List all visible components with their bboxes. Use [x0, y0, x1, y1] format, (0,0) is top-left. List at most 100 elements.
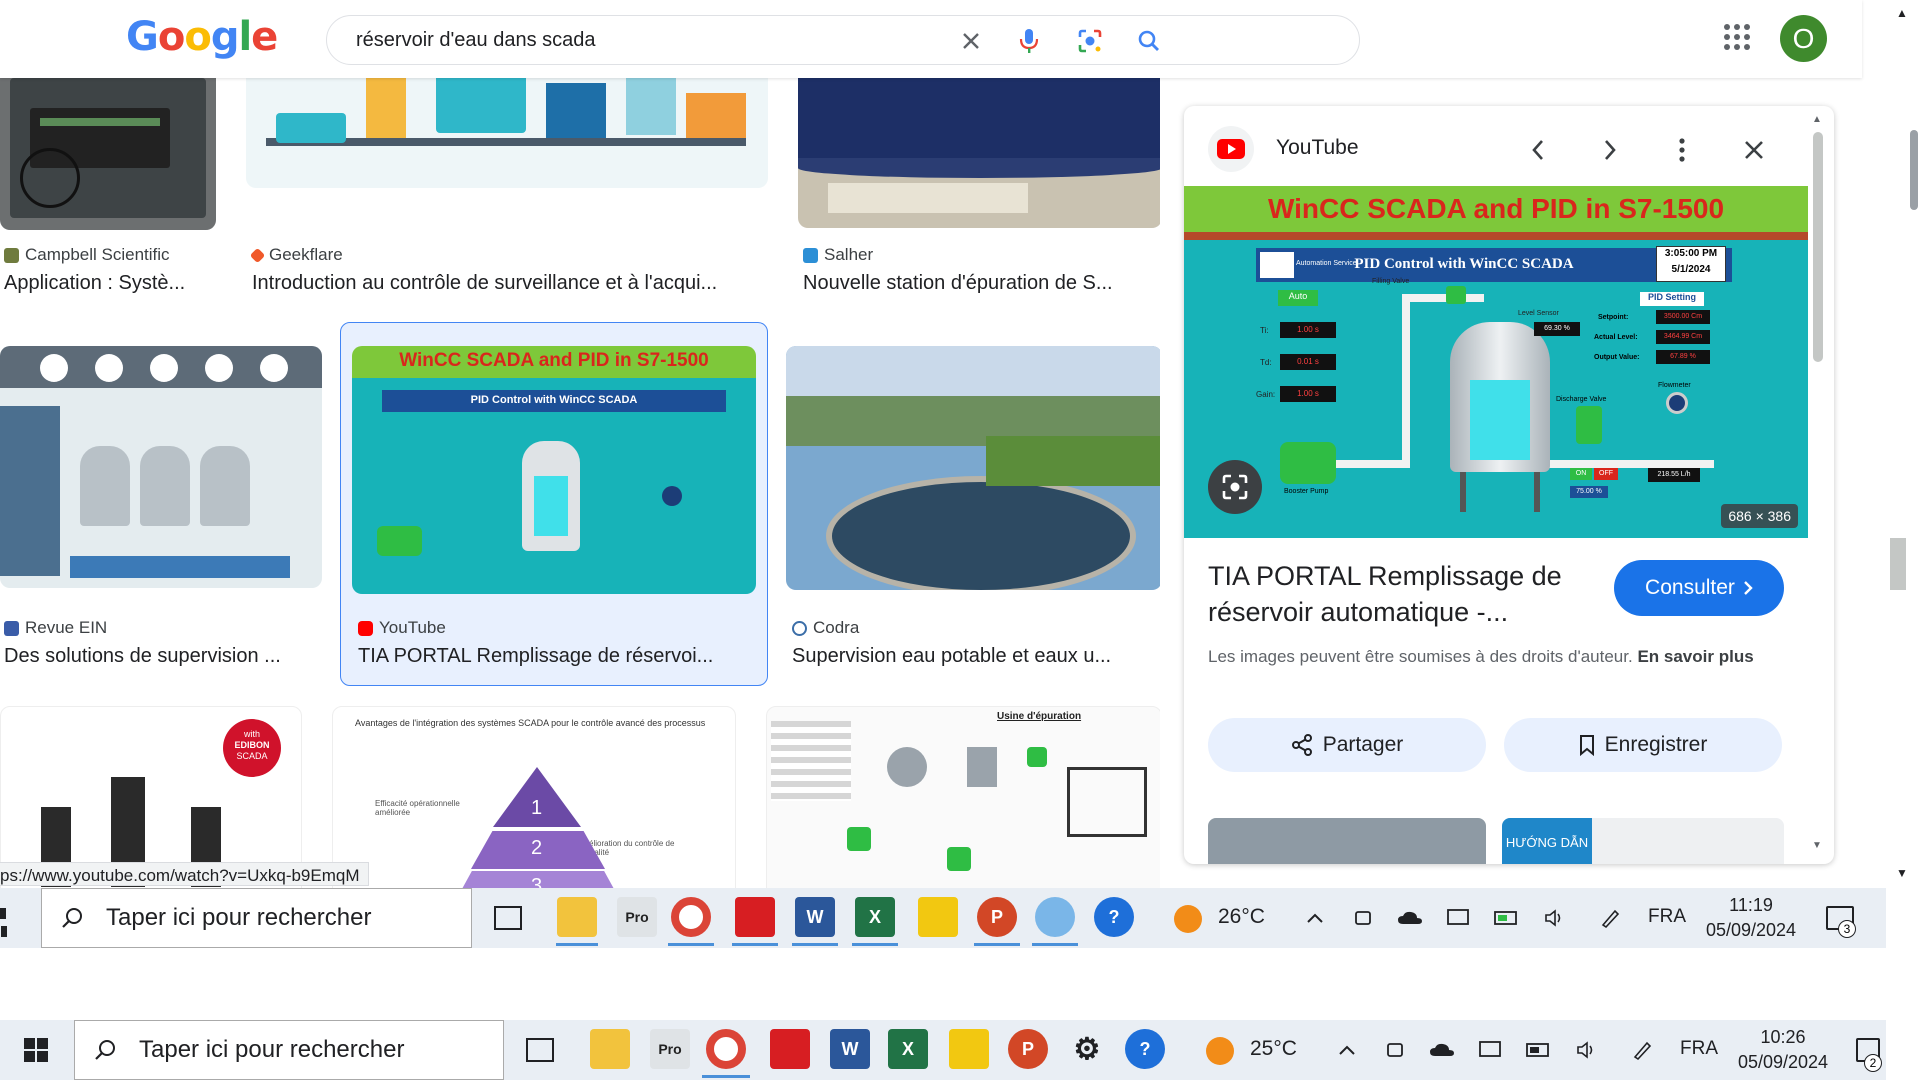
weather-icon[interactable]: [1174, 905, 1202, 933]
clock-time[interactable]: 10:26: [1732, 1025, 1834, 1049]
share-button[interactable]: Partager: [1208, 718, 1486, 772]
previous-icon[interactable]: [1518, 130, 1558, 170]
page-scrollbar[interactable]: ▲ ▼: [1886, 0, 1920, 1080]
word-icon[interactable]: W: [830, 1029, 870, 1069]
result-thumbnail-wincc[interactable]: WinCC SCADA and PID in S7-1500 PID Contr…: [352, 346, 756, 594]
result-thumbnail-pyramid[interactable]: Avantages de l'intégration des systèmes …: [332, 706, 736, 888]
chevron-up-icon[interactable]: [1302, 906, 1328, 930]
clear-icon[interactable]: [955, 25, 987, 57]
powerpoint-icon[interactable]: P: [977, 897, 1017, 937]
word-icon[interactable]: W: [795, 897, 835, 937]
search-box[interactable]: réservoir d'eau dans scada: [326, 15, 1360, 65]
result-title[interactable]: Des solutions de supervision ...: [4, 645, 314, 668]
taskbar-search-placeholder: Taper ici pour rechercher: [139, 1036, 405, 1063]
powerpoint-icon[interactable]: P: [1008, 1029, 1048, 1069]
onedrive-icon[interactable]: [1429, 1038, 1455, 1062]
google-lens-icon[interactable]: [1074, 25, 1106, 57]
clock-date[interactable]: 05/09/2024: [1732, 1050, 1834, 1074]
pro-app-icon[interactable]: Pro: [617, 897, 657, 937]
pen-icon[interactable]: [1629, 1038, 1655, 1062]
weather-icon[interactable]: [1206, 1037, 1234, 1065]
onedrive-icon[interactable]: [1397, 906, 1423, 930]
result-source[interactable]: Codra: [792, 618, 859, 638]
result-source[interactable]: Geekflare: [249, 245, 343, 265]
meet-now-icon[interactable]: [1350, 906, 1376, 930]
panel-title[interactable]: TIA PORTAL Remplissage de réservoir auto…: [1208, 558, 1588, 630]
weather-temperature[interactable]: 26°C: [1218, 905, 1265, 929]
preview-booster-pump: Booster Pump: [1284, 488, 1329, 495]
pen-icon[interactable]: [1597, 906, 1623, 930]
battery-icon[interactable]: [1494, 906, 1520, 930]
settings-gear-icon[interactable]: ⚙: [1067, 1029, 1107, 1069]
network-icon[interactable]: [1477, 1038, 1503, 1062]
input-language[interactable]: FRA: [1680, 1038, 1718, 1060]
consult-button[interactable]: Consulter: [1614, 560, 1784, 616]
battery-icon[interactable]: [1526, 1038, 1552, 1062]
result-thumbnail-treatment-process[interactable]: [0, 346, 322, 588]
excel-icon[interactable]: X: [888, 1029, 928, 1069]
result-title[interactable]: Supervision eau potable et eaux u...: [792, 645, 1148, 668]
meet-now-icon[interactable]: [1382, 1038, 1408, 1062]
acrobat-icon[interactable]: [770, 1029, 810, 1069]
result-source[interactable]: Revue EIN: [4, 618, 107, 638]
related-thumbnail-2[interactable]: HƯỚNG DẪN: [1502, 818, 1784, 864]
preview-actual-label: Actual Level:: [1594, 334, 1638, 341]
chrome-icon[interactable]: [671, 897, 711, 937]
task-view-icon[interactable]: [526, 1038, 554, 1062]
paint-icon[interactable]: [1035, 897, 1075, 937]
windows-start-icon[interactable]: [24, 1038, 48, 1062]
help-icon[interactable]: ?: [1125, 1029, 1165, 1069]
search-image-lens-button[interactable]: [1208, 460, 1262, 514]
pro-app-icon[interactable]: Pro: [650, 1029, 690, 1069]
search-input[interactable]: réservoir d'eau dans scada: [356, 29, 596, 52]
result-title[interactable]: Introduction au contrôle de surveillance…: [252, 272, 768, 295]
close-icon[interactable]: [1734, 130, 1774, 170]
panel-scrollbar[interactable]: ▲ ▼: [1810, 110, 1826, 856]
google-apps-icon[interactable]: [1722, 22, 1752, 52]
file-explorer-icon[interactable]: [590, 1029, 630, 1069]
weather-temperature[interactable]: 25°C: [1250, 1037, 1297, 1061]
file-explorer-icon[interactable]: [557, 897, 597, 937]
result-title[interactable]: Application : Systè...: [4, 272, 214, 295]
taskbar-search[interactable]: Taper ici pour rechercher: [41, 888, 472, 948]
result-thumbnail-tank[interactable]: [798, 78, 1160, 228]
result-thumbnail-usine[interactable]: Usine d'épuration: [766, 706, 1160, 888]
volume-icon[interactable]: [1574, 1038, 1600, 1062]
input-language[interactable]: FRA: [1648, 906, 1686, 928]
panel-source-name[interactable]: YouTube: [1276, 136, 1359, 160]
result-thumbnail-datalogger[interactable]: [0, 78, 216, 230]
result-thumbnail-edibon[interactable]: with EDIBON SCADA: [0, 706, 302, 888]
panel-preview-image[interactable]: WinCC SCADA and PID in S7-1500 Automatio…: [1184, 186, 1808, 538]
help-icon[interactable]: ?: [1094, 897, 1134, 937]
start-button[interactable]: [0, 906, 14, 937]
power-bi-icon[interactable]: [918, 897, 958, 937]
network-icon[interactable]: [1445, 906, 1471, 930]
pyramid-left-label: Efficacité opérationnelle améliorée: [375, 799, 460, 817]
power-bi-icon[interactable]: [949, 1029, 989, 1069]
result-thumbnail-water-plant[interactable]: [786, 346, 1160, 590]
result-title[interactable]: Nouvelle station d'épuration de S...: [803, 272, 1149, 295]
result-title[interactable]: TIA PORTAL Remplissage de réservoi...: [358, 645, 754, 668]
clock-date[interactable]: 05/09/2024: [1700, 918, 1802, 942]
acrobat-icon[interactable]: [735, 897, 775, 937]
result-source[interactable]: Salher: [803, 245, 873, 265]
result-source[interactable]: Campbell Scientific: [4, 245, 170, 265]
more-options-icon[interactable]: [1662, 130, 1702, 170]
clock-time[interactable]: 11:19: [1700, 893, 1802, 917]
task-view-icon[interactable]: [494, 906, 522, 930]
google-doodle-logo[interactable]: Google: [126, 14, 278, 60]
microphone-icon[interactable]: [1013, 25, 1045, 57]
chrome-icon[interactable]: [706, 1029, 746, 1069]
next-icon[interactable]: [1590, 130, 1630, 170]
save-button[interactable]: Enregistrer: [1504, 718, 1782, 772]
taskbar-search[interactable]: Taper ici pour rechercher: [74, 1020, 504, 1080]
account-avatar[interactable]: O: [1780, 15, 1827, 62]
excel-icon[interactable]: X: [855, 897, 895, 937]
volume-icon[interactable]: [1542, 906, 1568, 930]
search-icon[interactable]: [1133, 25, 1165, 57]
result-thumbnail-illustration[interactable]: [246, 78, 768, 188]
learn-more-link[interactable]: En savoir plus: [1637, 647, 1753, 666]
related-thumbnail-1[interactable]: [1208, 818, 1486, 864]
chevron-up-icon[interactable]: [1334, 1038, 1360, 1062]
result-source[interactable]: YouTube: [358, 618, 446, 638]
